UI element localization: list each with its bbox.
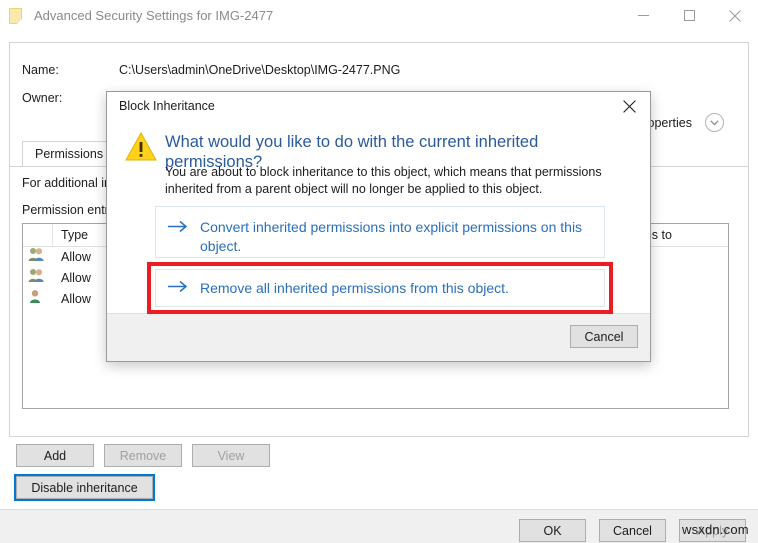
table-header-type[interactable]: Type <box>53 224 111 246</box>
tab-permissions-label: Permissions <box>35 147 104 161</box>
owner-label: Owner: <box>22 91 63 105</box>
cancel-button[interactable]: Cancel <box>599 519 666 542</box>
remove-button[interactable]: Remove <box>104 444 182 467</box>
row-type: Allow <box>61 292 91 306</box>
add-button[interactable]: Add <box>16 444 94 467</box>
maximize-icon[interactable] <box>666 0 712 31</box>
dialog-description: You are about to block inheritance to th… <box>165 165 602 196</box>
warning-triangle-icon <box>125 131 157 161</box>
dialog-titlebar: Block Inheritance <box>107 92 650 120</box>
close-icon[interactable] <box>712 0 758 31</box>
minimize-icon[interactable] <box>620 0 666 31</box>
window-title: Advanced Security Settings for IMG-2477 <box>34 8 274 23</box>
file-folder-icon <box>9 7 25 25</box>
ok-button[interactable]: OK <box>519 519 586 542</box>
remove-option-label: Remove all inherited permissions from th… <box>200 279 509 296</box>
watermark: wsxdn.com <box>682 522 749 537</box>
arrow-right-icon <box>168 280 188 296</box>
user-icon <box>23 289 53 310</box>
block-inheritance-dialog: Block Inheritance What would you like to… <box>106 91 651 362</box>
advanced-security-settings-window: Advanced Security Settings for IMG-2477 … <box>0 0 758 543</box>
chevron-down-icon[interactable] <box>705 113 724 132</box>
dialog-footer: Cancel <box>107 313 650 361</box>
remove-inherited-permissions-option[interactable]: Remove all inherited permissions from th… <box>155 269 605 307</box>
window-titlebar: Advanced Security Settings for IMG-2477 <box>0 0 758 31</box>
table-header-icon <box>23 224 53 246</box>
row-type: Allow <box>61 250 91 264</box>
tab-permissions[interactable]: Permissions <box>22 141 117 166</box>
name-label: Name: <box>22 63 59 77</box>
arrow-right-icon <box>168 220 188 236</box>
disable-inheritance-button[interactable]: Disable inheritance <box>14 474 155 501</box>
view-button[interactable]: View <box>192 444 270 467</box>
dialog-cancel-button[interactable]: Cancel <box>570 325 638 348</box>
close-icon[interactable] <box>608 92 650 120</box>
convert-option-label: Convert inherited permissions into expli… <box>200 219 583 254</box>
users-group-icon <box>23 247 53 268</box>
users-group-icon <box>23 268 53 289</box>
name-value: C:\Users\admin\OneDrive\Desktop\IMG-2477… <box>119 63 401 77</box>
row-type: Allow <box>61 271 91 285</box>
dialog-title: Block Inheritance <box>119 99 215 113</box>
convert-inherited-permissions-option[interactable]: Convert inherited permissions into expli… <box>155 206 605 258</box>
